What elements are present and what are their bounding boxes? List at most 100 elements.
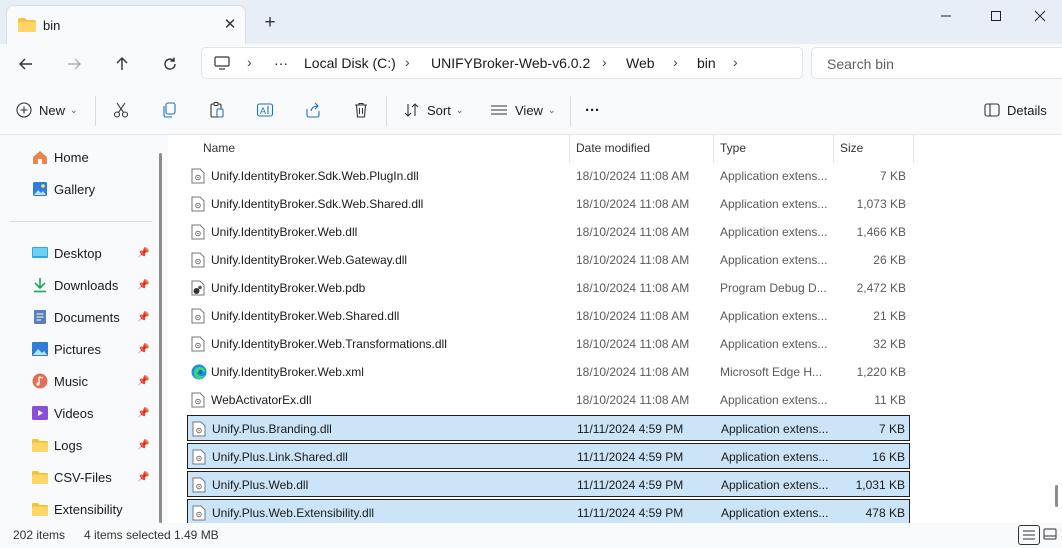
details-pane-button[interactable]: Details	[984, 96, 1047, 124]
file-row[interactable]: WebActivatorEx.dll 18/10/2024 11:08 AM App…	[187, 387, 910, 413]
sidebar-item-videos[interactable]: Videos	[32, 402, 94, 424]
file-name: Unify.IdentityBroker.Web.xml	[211, 365, 364, 379]
breadcrumb-web[interactable]: Web	[626, 55, 655, 71]
file-row[interactable]: Unify.IdentityBroker.Sdk.Web.Shared.dll 1…	[187, 191, 910, 217]
chevron-right-icon: ›	[247, 54, 252, 70]
back-button[interactable]	[10, 50, 42, 78]
file-row[interactable]: Unify.IdentityBroker.Web.pdb 18/10/2024 1…	[187, 275, 910, 301]
close-window-button[interactable]	[1018, 3, 1062, 29]
maximize-button[interactable]	[974, 3, 1018, 29]
file-size: 7 KB	[879, 169, 906, 183]
column-header-date[interactable]: Date modified	[576, 141, 650, 163]
view-button[interactable]: View ⌄	[490, 96, 556, 124]
file-row[interactable]: Unify.Plus.Link.Shared.dll 11/11/2024 4:5…	[187, 443, 910, 469]
tab-bin[interactable]: bin ✕	[6, 5, 246, 44]
sidebar-divider	[10, 221, 152, 222]
file-size: 1,073 KB	[856, 197, 906, 211]
sidebar-item-extensibility[interactable]: Extensibility	[32, 498, 123, 520]
cut-button[interactable]	[112, 96, 130, 124]
search-input[interactable]: Search bin	[811, 47, 1062, 79]
file-row[interactable]: Unify.Plus.Web.Extensibility.dll 11/11/20…	[187, 499, 910, 523]
sidebar-item-gallery[interactable]: Gallery	[32, 178, 95, 200]
file-row[interactable]: Unify.IdentityBroker.Web.Shared.dll 18/10…	[187, 303, 910, 329]
file-name: Unify.Plus.Link.Shared.dll	[212, 450, 348, 464]
column-header-type[interactable]: Type	[720, 141, 746, 163]
sort-icon	[404, 103, 419, 117]
breadcrumb-overflow[interactable]: ···	[274, 55, 288, 71]
file-list: ^ Name Date modified Type Size Unify.Ide…	[168, 135, 1062, 523]
breadcrumb-bin[interactable]: bin	[697, 55, 716, 71]
refresh-button[interactable]	[154, 50, 186, 78]
pin-icon[interactable]: 📌	[137, 344, 149, 355]
sort-button[interactable]: Sort ⌄	[404, 96, 463, 124]
file-row[interactable]: Unify.IdentityBroker.Sdk.Web.PlugIn.dll 1…	[187, 163, 910, 189]
file-row[interactable]: Unify.IdentityBroker.Web.Gateway.dll 18/1…	[187, 247, 910, 273]
sidebar-scrollbar[interactable]	[159, 153, 162, 523]
chevron-right-icon[interactable]: ›	[405, 54, 410, 70]
sidebar-item-downloads[interactable]: Downloads	[32, 274, 118, 296]
tiles-view-button[interactable]	[1040, 525, 1062, 545]
close-tab-button[interactable]: ✕	[219, 14, 241, 36]
new-button[interactable]: New ⌄	[16, 96, 78, 124]
column-header-name[interactable]: Name	[203, 141, 235, 163]
pin-icon[interactable]: 📌	[137, 376, 149, 387]
chevron-right-icon[interactable]: ›	[673, 54, 678, 70]
pin-icon[interactable]: 📌	[137, 440, 149, 451]
search-placeholder: Search bin	[827, 56, 894, 72]
more-options-button[interactable]: ···	[585, 96, 600, 124]
chevron-down-icon: ⌄	[547, 104, 556, 115]
file-type: Application extens...	[720, 197, 828, 211]
pin-icon[interactable]: 📌	[137, 312, 149, 323]
pin-icon[interactable]: 📌	[137, 472, 149, 483]
chevron-down-icon: ⌄	[70, 104, 78, 115]
file-list-scrollbar[interactable]	[1055, 485, 1058, 507]
pin-icon[interactable]: 📌	[137, 280, 149, 291]
share-button[interactable]	[304, 96, 322, 124]
file-size: 26 KB	[873, 253, 906, 267]
downloads-icon	[32, 277, 48, 293]
column-divider[interactable]	[913, 135, 914, 163]
pin-icon[interactable]: 📌	[137, 248, 149, 259]
file-row[interactable]: Unify.Plus.Web.dll 11/11/2024 4:59 PM Appl…	[187, 471, 910, 497]
pdb-file-icon	[191, 280, 205, 296]
pin-icon[interactable]: 📌	[137, 408, 149, 419]
new-tab-button[interactable]: +	[258, 12, 282, 34]
breadcrumb-local-disk[interactable]: Local Disk (C:)	[304, 55, 396, 71]
minimize-button[interactable]	[924, 3, 968, 29]
file-name: Unify.IdentityBroker.Web.Shared.dll	[211, 309, 400, 323]
column-divider[interactable]	[713, 135, 714, 163]
sidebar-item-logs[interactable]: Logs	[32, 434, 82, 456]
details-view-button[interactable]	[1018, 525, 1040, 545]
sidebar-item-label: Extensibility	[54, 501, 123, 517]
address-bar[interactable]: › ··· Local Disk (C:) › UNIFYBroker-Web-…	[201, 47, 803, 79]
breadcrumb-unifybroker[interactable]: UNIFYBroker-Web-v6.0.2	[431, 55, 590, 71]
chevron-right-icon[interactable]: ›	[602, 54, 607, 70]
sidebar-item-csv-files[interactable]: CSV-Files	[32, 466, 112, 488]
sidebar-item-home[interactable]: Home	[32, 146, 89, 168]
up-button[interactable]	[106, 50, 138, 78]
copy-button[interactable]	[160, 96, 178, 124]
edge-file-icon	[191, 364, 207, 380]
file-type: Application extens...	[720, 309, 828, 323]
file-size: 32 KB	[873, 337, 906, 351]
arrow-left-icon	[19, 58, 32, 70]
sidebar-item-documents[interactable]: Documents	[32, 306, 120, 328]
sidebar-item-desktop[interactable]: Desktop	[32, 242, 102, 264]
column-divider[interactable]	[833, 135, 834, 163]
sidebar-item-music[interactable]: Music	[32, 370, 88, 392]
sidebar-item-pictures[interactable]: Pictures	[32, 338, 101, 360]
delete-button[interactable]	[352, 96, 370, 124]
rename-button[interactable]: A	[256, 96, 274, 124]
column-header-size[interactable]: Size	[840, 141, 863, 163]
file-row[interactable]: Unify.IdentityBroker.Web.Transformations…	[187, 331, 910, 357]
file-row[interactable]: Unify.IdentityBroker.Web.xml 18/10/2024 1…	[187, 359, 910, 385]
paste-button[interactable]	[208, 96, 226, 124]
file-row[interactable]: Unify.IdentityBroker.Web.dll 18/10/2024 1…	[187, 219, 910, 245]
file-type: Microsoft Edge H...	[720, 365, 823, 379]
column-divider[interactable]	[569, 135, 570, 163]
chevron-right-icon[interactable]: ›	[733, 54, 738, 70]
sort-ascending-icon: ^	[378, 135, 383, 141]
file-size: 2,472 KB	[856, 281, 906, 295]
forward-button[interactable]	[58, 50, 90, 78]
file-row[interactable]: Unify.Plus.Branding.dll 11/11/2024 4:59 P…	[187, 415, 910, 441]
